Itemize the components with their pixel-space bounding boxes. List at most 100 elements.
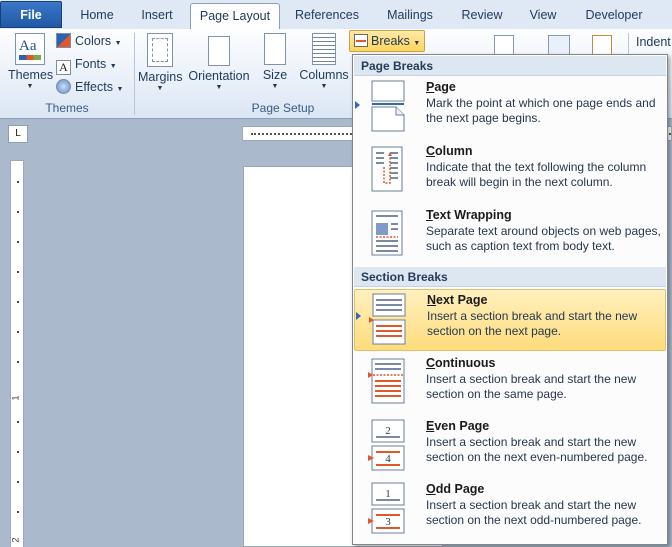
menu-item-title: Column xyxy=(426,144,473,158)
ruler-tick xyxy=(17,421,19,423)
ruler-tick xyxy=(17,331,19,333)
chevron-down-icon: ▼ xyxy=(116,86,124,93)
menu-item-title: Page xyxy=(426,80,456,94)
breaks-button[interactable]: Breaks ▼ xyxy=(349,30,425,52)
columns-icon xyxy=(312,33,336,65)
tab-insert[interactable]: Insert xyxy=(128,3,186,28)
orientation-icon xyxy=(208,36,230,66)
themes-label: Themes xyxy=(8,68,54,82)
size-label: Size xyxy=(262,68,288,82)
tab-home[interactable]: Home xyxy=(66,3,128,28)
menu-item-page[interactable]: Page Mark the point at which one page en… xyxy=(354,77,666,139)
size-icon xyxy=(264,33,286,65)
fonts-button[interactable]: A Fonts ▼ xyxy=(56,54,117,75)
menu-item-odd-page[interactable]: 1 3 Odd Page Insert a section break and … xyxy=(354,479,666,541)
chevron-down-icon: ▼ xyxy=(413,40,421,47)
margins-icon xyxy=(147,33,173,67)
menu-item-title: Text Wrapping xyxy=(426,208,512,222)
colors-label: Colors xyxy=(75,34,112,48)
section-breaks-header: Section Breaks xyxy=(354,267,666,287)
menu-item-description: Insert a section break and start the new… xyxy=(426,372,637,401)
tab-view[interactable]: View xyxy=(518,3,568,28)
menu-item-title: Odd Page xyxy=(426,482,485,496)
tab-developer[interactable]: Developer xyxy=(574,3,654,28)
text-wrapping-icon xyxy=(371,210,403,256)
page-break-icon xyxy=(354,34,368,47)
vertical-ruler[interactable]: 1 2 xyxy=(10,160,24,547)
menu-item-description: Insert a section break and start the new… xyxy=(426,435,648,464)
margins-label: Margins xyxy=(138,70,183,84)
tab-selector[interactable]: L xyxy=(8,125,28,143)
icon-page-number: 1 xyxy=(385,488,391,500)
columns-button[interactable]: Columns ▼ xyxy=(298,33,350,90)
fonts-label: Fonts xyxy=(75,57,107,71)
menu-item-continuous[interactable]: Continuous Insert a section break and st… xyxy=(354,353,666,415)
chevron-down-icon: ▼ xyxy=(215,84,223,91)
menu-item-next-page[interactable]: Next Page Insert a section break and sta… xyxy=(354,289,666,351)
menu-pointer-arrow xyxy=(356,312,361,320)
orientation-label: Orientation xyxy=(188,69,250,83)
effects-label: Effects xyxy=(75,80,113,94)
menu-item-description: Indicate that the text following the col… xyxy=(426,160,647,189)
chevron-down-icon: ▼ xyxy=(271,83,279,90)
colors-icon xyxy=(56,33,71,48)
chevron-down-icon: ▼ xyxy=(156,85,164,92)
menu-item-text-wrapping[interactable]: Text Wrapping Separate text around objec… xyxy=(354,205,666,267)
page-break-icon xyxy=(371,80,405,132)
ribbon-tab-bar: File Home Insert Page Layout References … xyxy=(0,0,672,31)
menu-item-title: Even Page xyxy=(426,419,490,433)
effects-icon xyxy=(56,79,71,94)
tab-page-layout[interactable]: Page Layout xyxy=(190,3,280,31)
menu-item-description: Insert a section break and start the new… xyxy=(427,309,638,338)
tab-mailings[interactable]: Mailings xyxy=(374,3,446,28)
themes-icon: Aa xyxy=(15,33,45,65)
themes-group-label: Themes xyxy=(45,101,89,115)
next-page-section-icon xyxy=(369,293,406,345)
chevron-down-icon: ▼ xyxy=(26,83,34,90)
ruler-tick xyxy=(17,451,19,453)
orientation-button[interactable]: Orientation ▼ xyxy=(186,33,252,91)
icon-page-number: 3 xyxy=(385,516,391,528)
ruler-tick xyxy=(17,271,19,273)
margins-button[interactable]: Margins ▼ xyxy=(138,33,182,92)
tab-references[interactable]: References xyxy=(284,3,370,28)
fonts-icon: A xyxy=(56,60,71,75)
ruler-tick xyxy=(17,301,19,303)
menu-item-title: Next Page xyxy=(427,293,488,307)
ruler-number: 2 xyxy=(10,537,21,543)
chevron-down-icon: ▼ xyxy=(114,40,122,47)
icon-page-number: 4 xyxy=(385,453,391,465)
size-button[interactable]: Size ▼ xyxy=(258,33,292,90)
chevron-down-icon: ▼ xyxy=(109,63,117,70)
menu-item-description: Separate text around objects on web page… xyxy=(426,224,661,253)
ruler-tick xyxy=(17,361,19,363)
column-break-icon xyxy=(371,146,403,192)
chevron-down-icon: ▼ xyxy=(320,83,328,90)
menu-item-column[interactable]: Column Indicate that the text following … xyxy=(354,141,666,203)
themes-button[interactable]: Aa Themes ▼ xyxy=(8,33,54,90)
tab-review[interactable]: Review xyxy=(452,3,512,28)
odd-page-section-icon: 1 3 xyxy=(368,482,405,534)
ruler-tick xyxy=(17,481,19,483)
ruler-number: 1 xyxy=(10,395,21,401)
menu-item-description: Mark the point at which one page ends an… xyxy=(426,96,656,125)
tab-file[interactable]: File xyxy=(0,1,62,28)
group-separator xyxy=(134,33,135,115)
page-breaks-header: Page Breaks xyxy=(354,56,666,76)
columns-label: Columns xyxy=(299,68,349,82)
breaks-menu: Page Breaks Page Mark the point at which… xyxy=(352,54,668,545)
ruler-tick xyxy=(17,511,19,513)
even-page-section-icon: 2 4 xyxy=(368,419,405,471)
colors-button[interactable]: Colors ▼ xyxy=(56,31,122,51)
menu-item-title: Continuous xyxy=(426,356,496,370)
indent-label: Indent xyxy=(636,35,671,49)
ruler-tick xyxy=(17,211,19,213)
breaks-label: Breaks xyxy=(371,34,410,48)
ruler-tick xyxy=(17,181,19,183)
menu-item-even-page[interactable]: 2 4 Even Page Insert a section break and… xyxy=(354,416,666,478)
menu-pointer-arrow xyxy=(355,101,360,109)
icon-page-number: 2 xyxy=(385,425,391,437)
effects-button[interactable]: Effects ▼ xyxy=(56,77,123,97)
ruler-tick xyxy=(17,241,19,243)
continuous-section-icon xyxy=(368,358,405,404)
